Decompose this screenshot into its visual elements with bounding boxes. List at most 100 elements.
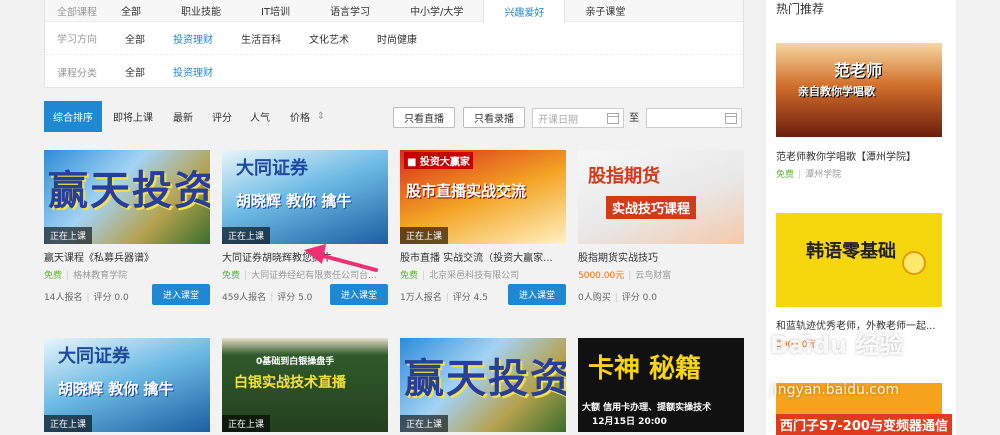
sidebar-ad-text[interactable]: 西门子S7-200与变频器通信 (776, 414, 952, 435)
category-row: 课程分类 全部 投资理财 (45, 55, 743, 88)
enter-classroom-button[interactable]: 进入课堂 (152, 284, 210, 305)
course-price: 免费 (400, 271, 419, 281)
course-rating: 评分 5.0 (277, 293, 313, 303)
tab-vocational[interactable]: 职业技能 (161, 0, 241, 21)
course-org[interactable]: 北京采邑科技有限公司 (429, 271, 519, 281)
course-card[interactable]: 0基础到白银操盘手 白银实战技术直播 正在上课 (222, 338, 388, 435)
course-card[interactable]: 大同证券 胡晓辉 教你 擒牛 正在上课 (44, 338, 210, 435)
thumbnail-art-text: 白银实战技术直播 (234, 375, 346, 391)
sidebar-course-price: 免费 (776, 170, 795, 180)
sidebar-course-meta: 免费 | 潭州学院 (776, 170, 842, 180)
course-meta: 免费 | 格林教育学院 (44, 271, 128, 281)
sort-bar: 综合排序 即将上课 最新 评分 人气 价格 ⇕ 只看直播 只看录播 开课日期 至 (44, 101, 744, 132)
thumbnail-art-text: 赢天投资 (404, 356, 566, 402)
price-sort-arrows-icon[interactable]: ⇕ (314, 101, 328, 132)
tab-school[interactable]: 中小学/大学 (390, 0, 483, 21)
course-price: 5000.00元 (578, 271, 625, 281)
course-card[interactable]: 股指期货 实战技巧课程 股指期货实战技巧 5000.00元 | 云鸟财富 0人购买 |… (578, 150, 744, 310)
sort-upcoming[interactable]: 即将上课 (110, 101, 156, 132)
sort-popularity[interactable]: 人气 (246, 101, 274, 132)
thumbnail-art-text: 大同证券 (58, 346, 130, 367)
watermark-url: jingyan.baidu.com (770, 382, 900, 398)
live-status-badge: 正在上课 (44, 227, 93, 244)
sidebar-thumbnail[interactable]: 范老师 亲自教你学唱歌 (776, 43, 942, 137)
hot-recommend-sidebar: 热门推荐 范老师 亲自教你学唱歌 范老师教你学唱歌【潭州学院】 免费 | 潭州学院 … (766, 0, 956, 435)
course-enrolled: 459人报名 (222, 293, 267, 303)
live-status-badge: 正在上课 (400, 415, 449, 432)
category-label: 课程分类 (57, 68, 97, 79)
direction-culture[interactable]: 文化艺术 (295, 22, 363, 54)
thumbnail-art-text: 股指期货 (588, 166, 660, 187)
course-list-page: 全部课程 全部 职业技能 IT培训 语言学习 中小学/大学 兴趣爱好 亲子课堂 … (0, 0, 1000, 435)
course-stats: 1万人报名 | 评分 4.5 (400, 293, 488, 303)
tab-language[interactable]: 语言学习 (310, 0, 390, 21)
tab-hobby[interactable]: 兴趣爱好 (483, 0, 566, 23)
direction-investment[interactable]: 投资理财 (159, 22, 227, 54)
course-enrolled: 14人报名 (44, 293, 83, 303)
sort-comprehensive[interactable]: 综合排序 (44, 101, 102, 132)
live-only-button[interactable]: 只看直播 (393, 107, 455, 128)
course-title[interactable]: 股指期货实战技巧 (578, 249, 744, 264)
direction-label: 学习方向 (57, 34, 97, 46)
recorded-only-button[interactable]: 只看录播 (463, 107, 525, 128)
sort-newest[interactable]: 最新 (166, 101, 200, 132)
live-status-badge: 正在上课 (400, 227, 449, 244)
end-date-input[interactable] (646, 108, 742, 128)
thumbnail-art-text: 赢天投资 (48, 168, 210, 214)
sort-rating[interactable]: 评分 (208, 101, 236, 132)
tabs-label: 全部课程 (57, 7, 97, 18)
category-all[interactable]: 全部 (111, 55, 159, 88)
course-card[interactable]: ■ 投资大赢家 股市直播实战交流 正在上课 股市直播 实战交流（投资大赢家...… (400, 150, 566, 310)
thumbnail-art-text: 股市直播实战交流 (406, 182, 527, 200)
category-tabs-row: 全部课程 全部 职业技能 IT培训 语言学习 中小学/大学 兴趣爱好 亲子课堂 (45, 0, 743, 23)
start-date-placeholder: 开课日期 (538, 114, 578, 126)
course-org[interactable]: 格林教育学院 (73, 271, 127, 281)
course-thumbnail[interactable]: 赢天投资 正在上课 (400, 338, 566, 432)
sidebar-course-org[interactable]: 潭州学院 (805, 170, 841, 180)
course-thumbnail[interactable]: ■ 投资大赢家 股市直播实战交流 正在上课 (400, 150, 566, 244)
course-price: 免费 (222, 271, 241, 281)
thumbnail-art-text: 大同证券 (236, 158, 308, 179)
sidebar-course-title[interactable]: 范老师教你学唱歌【潭州学院】 (776, 148, 916, 163)
course-title[interactable]: 股市直播 实战交流（投资大赢家... (400, 249, 566, 264)
annotation-arrow-icon (304, 244, 378, 272)
live-status-badge: 正在上课 (44, 415, 93, 432)
course-thumbnail[interactable]: 赢天投资 正在上课 (44, 150, 210, 244)
enter-classroom-button[interactable]: 进入课堂 (508, 284, 566, 305)
sidebar-thumbnail[interactable]: 韩语零基础 (776, 213, 942, 307)
direction-all[interactable]: 全部 (111, 22, 159, 54)
course-thumbnail[interactable]: 股指期货 实战技巧课程 (578, 150, 744, 244)
filter-panel: 全部课程 全部 职业技能 IT培训 语言学习 中小学/大学 兴趣爱好 亲子课堂 … (44, 0, 744, 88)
thumbnail-art-text: 范老师 (834, 61, 883, 80)
category-investment[interactable]: 投资理财 (159, 55, 227, 88)
course-thumbnail[interactable]: 大同证券 胡晓辉 教你 擒牛 正在上课 (44, 338, 210, 432)
course-meta: 5000.00元 | 云鸟财富 (578, 271, 672, 281)
course-thumbnail[interactable]: 大同证券 胡晓辉 教你 擒牛 正在上课 (222, 150, 388, 244)
tab-all[interactable]: 全部 (101, 0, 161, 21)
course-rating: 评分 0.0 (93, 293, 129, 303)
course-org[interactable]: 云鸟财富 (635, 271, 671, 281)
tab-it[interactable]: IT培训 (241, 0, 310, 21)
course-card[interactable]: 卡神 秘籍 大额 信用卡办理、提额实操技术 12月15日 20:00 (578, 338, 744, 435)
tab-parenting[interactable]: 亲子课堂 (565, 0, 645, 21)
course-title[interactable]: 赢天课程《私募兵器谱》 (44, 249, 210, 264)
sort-price[interactable]: 价格 (286, 101, 314, 132)
course-thumbnail[interactable]: 卡神 秘籍 大额 信用卡办理、提额实操技术 12月15日 20:00 (578, 338, 744, 432)
right-margin (956, 0, 1000, 435)
baidu-jingyan-watermark: Baidu 经验 (770, 331, 904, 359)
course-meta: 免费 | 北京采邑科技有限公司 (400, 271, 520, 281)
direction-life[interactable]: 生活百科 (227, 22, 295, 54)
chick-mascot-icon (902, 251, 926, 275)
course-card[interactable]: 大同证券 胡晓辉 教你 擒牛 正在上课 大同证券胡晓辉教您擒牛 免费 | 大同证券经… (222, 150, 388, 310)
start-date-input[interactable]: 开课日期 (532, 108, 624, 128)
enter-classroom-button[interactable]: 进入课堂 (330, 284, 388, 305)
course-price: 免费 (44, 271, 63, 281)
course-card[interactable]: 赢天投资 正在上课 赢天课程《私募兵器谱》 免费 | 格林教育学院 14人报名 | 评分… (44, 150, 210, 310)
course-stats: 459人报名 | 评分 5.0 (222, 293, 313, 303)
course-card[interactable]: 赢天投资 正在上课 (400, 338, 566, 435)
course-thumbnail[interactable]: 0基础到白银操盘手 白银实战技术直播 正在上课 (222, 338, 388, 432)
live-status-badge: 正在上课 (222, 227, 271, 244)
sidebar-title: 热门推荐 (776, 2, 825, 16)
direction-fashion[interactable]: 时尚健康 (363, 22, 431, 54)
direction-row: 学习方向 全部 投资理财 生活百科 文化艺术 时尚健康 (45, 22, 743, 55)
